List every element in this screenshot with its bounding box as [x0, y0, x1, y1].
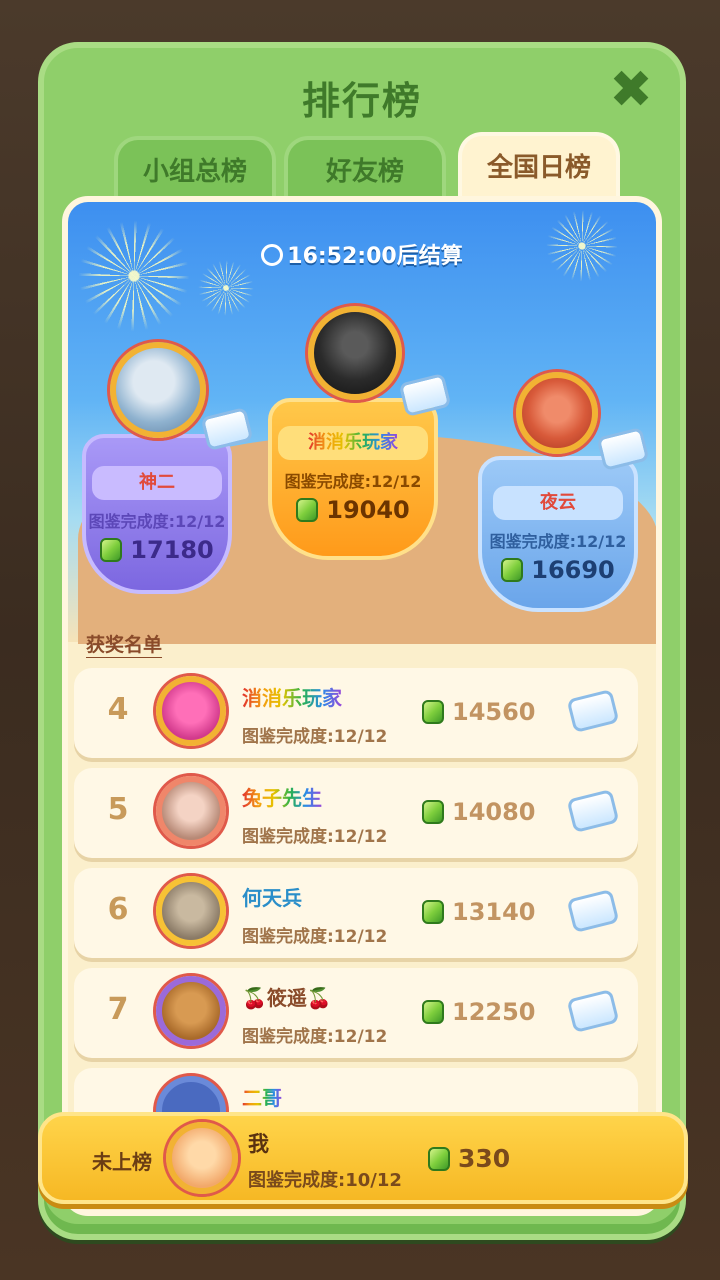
- podium-first[interactable]: 消消乐玩家 图鉴完成度:12/12 19040: [268, 398, 438, 560]
- player-score: 12250: [422, 998, 536, 1026]
- podium-name: 夜云: [493, 486, 623, 520]
- my-score: 330: [428, 1144, 510, 1173]
- gem-icon: [296, 498, 319, 522]
- player-score: 13140: [422, 898, 536, 926]
- podium-name: 神二: [92, 466, 222, 500]
- ranking-content[interactable]: 16:52:00后结算 神二 图鉴完成度:12/12 17180 消消乐玩家 图…: [62, 196, 662, 1216]
- gem-icon: [422, 900, 444, 924]
- podium-name: 消消乐玩家: [278, 426, 428, 460]
- player-progress: 图鉴完成度:12/12: [242, 827, 388, 847]
- player-progress: 图鉴完成度:12/12: [242, 927, 388, 947]
- list-item[interactable]: 6 何天兵 图鉴完成度:12/12 13140: [74, 868, 638, 958]
- podium-score: 19040: [272, 496, 434, 524]
- reward-box-icon: [596, 426, 650, 472]
- podium-score: 16690: [482, 556, 634, 584]
- gem-icon: [501, 558, 524, 582]
- my-rank-status: 未上榜: [92, 1150, 152, 1174]
- podium-progress: 图鉴完成度:12/12: [284, 472, 422, 491]
- tab-bar: 小组总榜 好友榜 全国日榜: [110, 132, 630, 202]
- my-rank-bar[interactable]: 未上榜 我 图鉴完成度:10/12 330: [38, 1112, 688, 1204]
- podium-second[interactable]: 神二 图鉴完成度:12/12 17180: [82, 434, 232, 594]
- tab-friends[interactable]: 好友榜: [284, 136, 446, 200]
- podium-background: 16:52:00后结算 神二 图鉴完成度:12/12 17180 消消乐玩家 图…: [68, 202, 656, 644]
- player-score: 14080: [422, 798, 536, 826]
- podium-progress: 图鉴完成度:12/12: [88, 512, 226, 531]
- winners-list-title: 获奖名单: [86, 634, 163, 656]
- gem-icon: [100, 538, 123, 562]
- reward-box-icon: [566, 688, 620, 734]
- clock-icon: [261, 244, 284, 266]
- rank-number: 7: [107, 992, 129, 1027]
- podium-progress: 图鉴完成度:12/12: [489, 532, 627, 551]
- settlement-timer: 16:52:00后结算: [68, 238, 656, 270]
- player-score: 14560: [422, 698, 536, 726]
- gem-icon: [422, 800, 444, 824]
- gem-icon: [428, 1147, 450, 1171]
- player-progress: 图鉴完成度:12/12: [242, 727, 388, 747]
- tab-group-total[interactable]: 小组总榜: [114, 136, 276, 200]
- reward-box-icon: [398, 372, 452, 418]
- reward-box-icon: [566, 788, 620, 834]
- player-name: 何天兵: [242, 886, 302, 910]
- my-progress: 图鉴完成度:10/12: [248, 1170, 402, 1191]
- gem-icon: [422, 1000, 444, 1024]
- player-progress: 图鉴完成度:12/12: [242, 1027, 388, 1047]
- avatar: [156, 776, 226, 846]
- avatar: [166, 1122, 238, 1194]
- list-item[interactable]: 4 消消乐玩家 图鉴完成度:12/12 14560: [74, 668, 638, 758]
- avatar: [308, 306, 402, 400]
- tab-national-daily[interactable]: 全国日榜: [458, 132, 620, 202]
- firework-icon: [78, 220, 190, 332]
- reward-box-icon: [566, 888, 620, 934]
- podium-score: 17180: [86, 536, 228, 564]
- my-name: 我: [248, 1132, 269, 1156]
- list-item[interactable]: 5 兔子先生 图鉴完成度:12/12 14080: [74, 768, 638, 858]
- rank-number: 5: [107, 792, 129, 827]
- rank-number: 6: [107, 892, 129, 927]
- rank-number: 4: [107, 692, 129, 727]
- reward-box-icon: [566, 988, 620, 1034]
- avatar: [156, 676, 226, 746]
- gem-icon: [422, 700, 444, 724]
- list-item[interactable]: 7 🍒筱遥🍒 图鉴完成度:12/12 12250: [74, 968, 638, 1058]
- player-name: 兔子先生: [242, 786, 322, 810]
- avatar: [156, 876, 226, 946]
- player-name: 🍒筱遥🍒: [242, 986, 332, 1010]
- player-name: 消消乐玩家: [242, 686, 342, 710]
- leaderboard-panel: 排行榜 ✖ 小组总榜 好友榜 全国日榜 16:52:00后结算 神二 图鉴完成度…: [38, 42, 686, 1240]
- avatar: [110, 342, 206, 438]
- avatar: [516, 372, 598, 454]
- close-icon[interactable]: ✖: [608, 64, 654, 116]
- avatar: [156, 976, 226, 1046]
- player-name: 二哥: [242, 1086, 282, 1110]
- page-title: 排行榜: [301, 79, 422, 123]
- podium-third[interactable]: 夜云 图鉴完成度:12/12 16690: [478, 456, 638, 612]
